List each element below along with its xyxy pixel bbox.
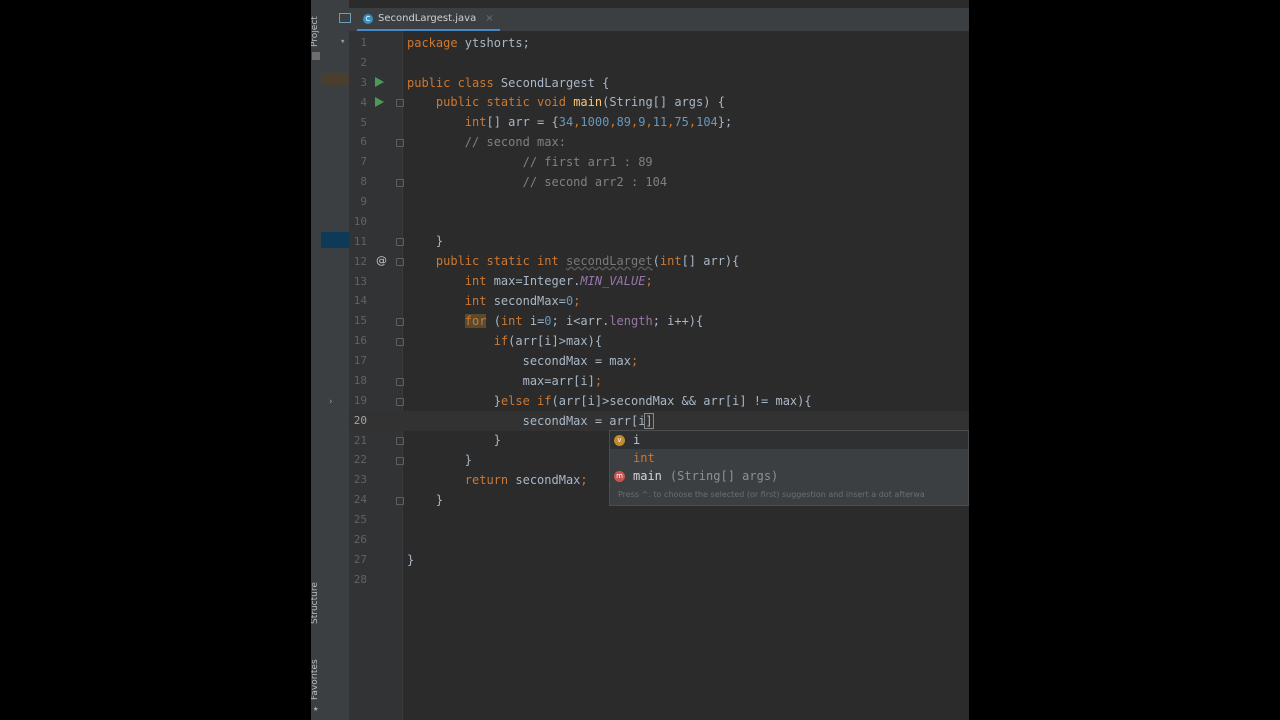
ide-window: Project Structure Favorites ★ ▾ C Second…: [311, 0, 969, 720]
code-line: int[] arr = {34,1000,89,9,11,75,104};: [464, 115, 733, 129]
text-caret: [652, 414, 654, 429]
code-line: if(arr[i]>max){: [493, 334, 603, 348]
star-icon: ★: [313, 704, 319, 714]
code-line: public static void main(String[] args) {: [435, 95, 725, 109]
implements-at-icon[interactable]: @: [376, 254, 387, 267]
folder-icon: [312, 52, 320, 60]
line-number: 23: [353, 473, 367, 487]
fold-icon[interactable]: [396, 99, 404, 107]
code-line: public static int secondLarget(int[] arr…: [435, 254, 740, 268]
project-tool-button[interactable]: Project: [311, 16, 320, 47]
code-comment: // second arr2 : 104: [522, 175, 668, 189]
code-line: package ytshorts;: [407, 36, 530, 50]
code-line: }else if(arr[i]>secondMax && arr[i] != m…: [493, 394, 812, 408]
class-icon: C: [363, 13, 373, 24]
fold-icon[interactable]: [396, 378, 404, 386]
tool-window-strip: Project Structure Favorites ★: [311, 0, 321, 720]
line-number: 24: [353, 493, 367, 507]
line-number: 16: [353, 334, 367, 348]
suggestion-item[interactable]: m main (String[] args): [614, 467, 778, 485]
line-number: 18: [353, 373, 367, 387]
code-line: for (int i=0; i<arr.length; i++){: [464, 314, 704, 328]
line-number: 3: [360, 75, 367, 89]
editor-tab-bar: C SecondLargest.java ×: [339, 8, 969, 31]
line-number: 2: [360, 55, 367, 69]
fold-icon[interactable]: [396, 238, 404, 246]
tab-secondlargest[interactable]: C SecondLargest.java ×: [357, 8, 500, 31]
panel-toggle-icon[interactable]: [339, 13, 351, 23]
suggestion-label: int: [633, 451, 655, 465]
suggestion-label: main: [633, 469, 662, 483]
line-number: 22: [353, 453, 367, 467]
suggestion-item[interactable]: int: [614, 449, 655, 467]
line-number: 14: [353, 294, 367, 308]
suggestion-item[interactable]: v i: [614, 431, 640, 449]
line-number: 28: [353, 572, 367, 586]
autocomplete-popup: v i int m main (String[] args) Press ^. …: [609, 430, 969, 506]
tab-label: SecondLargest.java: [378, 13, 477, 24]
line-number: 13: [353, 274, 367, 288]
line-number: 25: [353, 513, 367, 527]
code-comment: // first arr1 : 89: [522, 155, 653, 169]
code-line: max=arr[i];: [522, 374, 603, 388]
fold-icon[interactable]: [396, 318, 404, 326]
run-main-icon[interactable]: [375, 97, 384, 107]
code-line: }: [435, 493, 444, 507]
line-number: 12: [353, 254, 367, 268]
code-line: }: [464, 453, 473, 467]
variable-icon: v: [614, 434, 625, 446]
line-number: 4: [360, 95, 367, 109]
fold-icon[interactable]: [396, 179, 404, 187]
line-number: 7: [360, 155, 367, 169]
line-number: 21: [353, 433, 367, 447]
line-number: 20: [353, 413, 367, 427]
fold-icon[interactable]: [396, 258, 404, 266]
autocomplete-selected-row: [610, 431, 968, 449]
code-line: int max=Integer.MIN_VALUE;: [464, 274, 653, 288]
line-number: 17: [353, 354, 367, 368]
line-number: 1: [360, 36, 367, 49]
code-line: }: [493, 433, 501, 447]
code-line: return secondMax;: [464, 473, 588, 487]
code-line: int secondMax=0;: [464, 294, 581, 308]
structure-tool-button[interactable]: Structure: [311, 582, 320, 624]
method-icon: m: [614, 470, 625, 482]
fold-icon[interactable]: [396, 437, 404, 445]
close-icon[interactable]: ×: [485, 13, 493, 24]
line-number: 10: [353, 214, 367, 228]
fold-icon[interactable]: [396, 497, 404, 505]
code-line: secondMax = max;: [522, 354, 639, 368]
suggestion-label: i: [633, 433, 641, 447]
code-line: }: [407, 553, 415, 567]
suggestion-signature: (String[] args): [669, 469, 779, 483]
line-number: 26: [353, 533, 367, 546]
line-number: 5: [360, 115, 367, 129]
fold-icon[interactable]: [396, 139, 404, 147]
run-class-icon[interactable]: [375, 77, 384, 87]
autocomplete-hint: Press ^. to choose the selected (or firs…: [618, 490, 925, 499]
fold-icon[interactable]: [396, 338, 404, 346]
line-number: 11: [353, 234, 367, 248]
line-number: 27: [353, 552, 367, 566]
code-line: }: [435, 234, 444, 248]
favorites-tool-button[interactable]: Favorites: [311, 659, 320, 700]
code-line: public class SecondLargest {: [407, 76, 610, 90]
code-comment: // second max:: [464, 135, 566, 149]
fold-icon[interactable]: [396, 398, 404, 406]
code-line-current: secondMax = arr[i]: [522, 413, 654, 429]
fold-icon[interactable]: [396, 457, 404, 465]
line-number: 15: [353, 314, 367, 328]
line-number: 9: [360, 195, 367, 209]
line-number: 8: [360, 175, 367, 189]
line-number: 19: [353, 393, 367, 407]
line-number: 6: [360, 135, 367, 149]
